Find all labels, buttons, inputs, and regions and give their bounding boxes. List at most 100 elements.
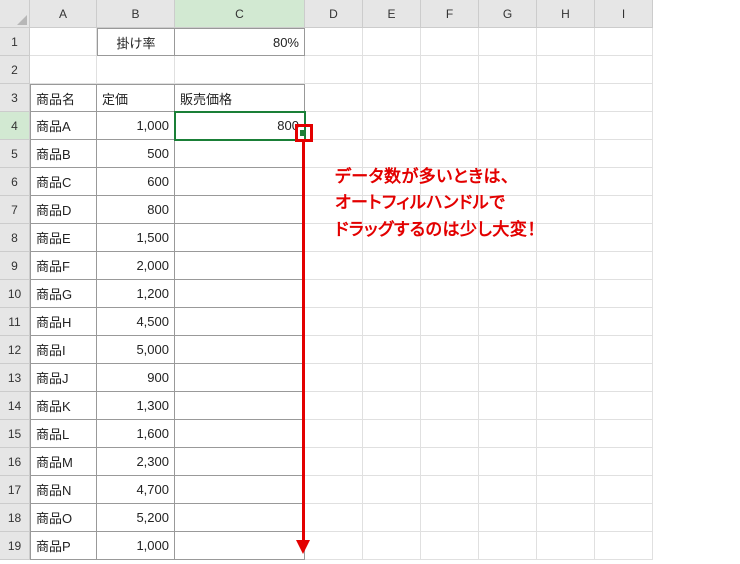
cell-B5[interactable]: 500 bbox=[97, 140, 175, 168]
cell-H12[interactable] bbox=[537, 336, 595, 364]
cell-F3[interactable] bbox=[421, 84, 479, 112]
cell-G2[interactable] bbox=[479, 56, 537, 84]
cell-I9[interactable] bbox=[595, 252, 653, 280]
cell-H10[interactable] bbox=[537, 280, 595, 308]
cell-I3[interactable] bbox=[595, 84, 653, 112]
cell-G12[interactable] bbox=[479, 336, 537, 364]
cell-C13[interactable] bbox=[175, 364, 305, 392]
cell-E18[interactable] bbox=[363, 504, 421, 532]
cell-C6[interactable] bbox=[175, 168, 305, 196]
row-header-1[interactable]: 1 bbox=[0, 28, 30, 56]
row-header-17[interactable]: 17 bbox=[0, 476, 30, 504]
cell-C9[interactable] bbox=[175, 252, 305, 280]
cell-I1[interactable] bbox=[595, 28, 653, 56]
row-header-3[interactable]: 3 bbox=[0, 84, 30, 112]
col-header-F[interactable]: F bbox=[421, 0, 479, 28]
cell-B12[interactable]: 5,000 bbox=[97, 336, 175, 364]
cell-F19[interactable] bbox=[421, 532, 479, 560]
cell-C12[interactable] bbox=[175, 336, 305, 364]
cell-I15[interactable] bbox=[595, 420, 653, 448]
cell-H2[interactable] bbox=[537, 56, 595, 84]
cell-E3[interactable] bbox=[363, 84, 421, 112]
cell-A3[interactable]: 商品名 bbox=[30, 84, 97, 112]
cell-E1[interactable] bbox=[363, 28, 421, 56]
cell-E19[interactable] bbox=[363, 532, 421, 560]
cell-D4[interactable] bbox=[305, 112, 363, 140]
cell-F10[interactable] bbox=[421, 280, 479, 308]
cell-H15[interactable] bbox=[537, 420, 595, 448]
cell-I2[interactable] bbox=[595, 56, 653, 84]
cell-H13[interactable] bbox=[537, 364, 595, 392]
cell-H7[interactable] bbox=[537, 196, 595, 224]
row-header-10[interactable]: 10 bbox=[0, 280, 30, 308]
cell-F17[interactable] bbox=[421, 476, 479, 504]
cell-G3[interactable] bbox=[479, 84, 537, 112]
cell-H17[interactable] bbox=[537, 476, 595, 504]
row-header-15[interactable]: 15 bbox=[0, 420, 30, 448]
cell-I8[interactable] bbox=[595, 224, 653, 252]
cell-C4[interactable]: 800 bbox=[175, 112, 305, 140]
cell-A15[interactable]: 商品L bbox=[30, 420, 97, 448]
row-header-14[interactable]: 14 bbox=[0, 392, 30, 420]
cell-E11[interactable] bbox=[363, 308, 421, 336]
cell-B19[interactable]: 1,000 bbox=[97, 532, 175, 560]
cell-D3[interactable] bbox=[305, 84, 363, 112]
cell-B3[interactable]: 定価 bbox=[97, 84, 175, 112]
cell-A19[interactable]: 商品P bbox=[30, 532, 97, 560]
col-header-D[interactable]: D bbox=[305, 0, 363, 28]
cell-F9[interactable] bbox=[421, 252, 479, 280]
cell-H5[interactable] bbox=[537, 140, 595, 168]
cell-D10[interactable] bbox=[305, 280, 363, 308]
cell-E16[interactable] bbox=[363, 448, 421, 476]
cell-H8[interactable] bbox=[537, 224, 595, 252]
cell-C17[interactable] bbox=[175, 476, 305, 504]
cell-F4[interactable] bbox=[421, 112, 479, 140]
cell-B8[interactable]: 1,500 bbox=[97, 224, 175, 252]
row-header-12[interactable]: 12 bbox=[0, 336, 30, 364]
row-header-4[interactable]: 4 bbox=[0, 112, 30, 140]
cell-B15[interactable]: 1,600 bbox=[97, 420, 175, 448]
cell-H19[interactable] bbox=[537, 532, 595, 560]
cell-B18[interactable]: 5,200 bbox=[97, 504, 175, 532]
cell-D14[interactable] bbox=[305, 392, 363, 420]
cell-B17[interactable]: 4,700 bbox=[97, 476, 175, 504]
col-header-E[interactable]: E bbox=[363, 0, 421, 28]
cell-G1[interactable] bbox=[479, 28, 537, 56]
cell-G16[interactable] bbox=[479, 448, 537, 476]
cell-D16[interactable] bbox=[305, 448, 363, 476]
cell-G13[interactable] bbox=[479, 364, 537, 392]
row-header-6[interactable]: 6 bbox=[0, 168, 30, 196]
cell-E2[interactable] bbox=[363, 56, 421, 84]
cell-B16[interactable]: 2,300 bbox=[97, 448, 175, 476]
cell-B6[interactable]: 600 bbox=[97, 168, 175, 196]
cell-E12[interactable] bbox=[363, 336, 421, 364]
cell-F18[interactable] bbox=[421, 504, 479, 532]
cell-A5[interactable]: 商品B bbox=[30, 140, 97, 168]
cell-E9[interactable] bbox=[363, 252, 421, 280]
cell-C10[interactable] bbox=[175, 280, 305, 308]
cell-B14[interactable]: 1,300 bbox=[97, 392, 175, 420]
cell-I19[interactable] bbox=[595, 532, 653, 560]
cell-B9[interactable]: 2,000 bbox=[97, 252, 175, 280]
col-header-H[interactable]: H bbox=[537, 0, 595, 28]
cell-D18[interactable] bbox=[305, 504, 363, 532]
col-header-I[interactable]: I bbox=[595, 0, 653, 28]
cell-C7[interactable] bbox=[175, 196, 305, 224]
cell-A17[interactable]: 商品N bbox=[30, 476, 97, 504]
cell-I14[interactable] bbox=[595, 392, 653, 420]
row-header-19[interactable]: 19 bbox=[0, 532, 30, 560]
cell-A13[interactable]: 商品J bbox=[30, 364, 97, 392]
cell-G15[interactable] bbox=[479, 420, 537, 448]
cell-I5[interactable] bbox=[595, 140, 653, 168]
cell-H6[interactable] bbox=[537, 168, 595, 196]
cell-G10[interactable] bbox=[479, 280, 537, 308]
row-header-5[interactable]: 5 bbox=[0, 140, 30, 168]
cell-C5[interactable] bbox=[175, 140, 305, 168]
row-header-13[interactable]: 13 bbox=[0, 364, 30, 392]
cell-I12[interactable] bbox=[595, 336, 653, 364]
col-header-A[interactable]: A bbox=[30, 0, 97, 28]
cell-D2[interactable] bbox=[305, 56, 363, 84]
cell-H9[interactable] bbox=[537, 252, 595, 280]
row-header-11[interactable]: 11 bbox=[0, 308, 30, 336]
cell-I6[interactable] bbox=[595, 168, 653, 196]
